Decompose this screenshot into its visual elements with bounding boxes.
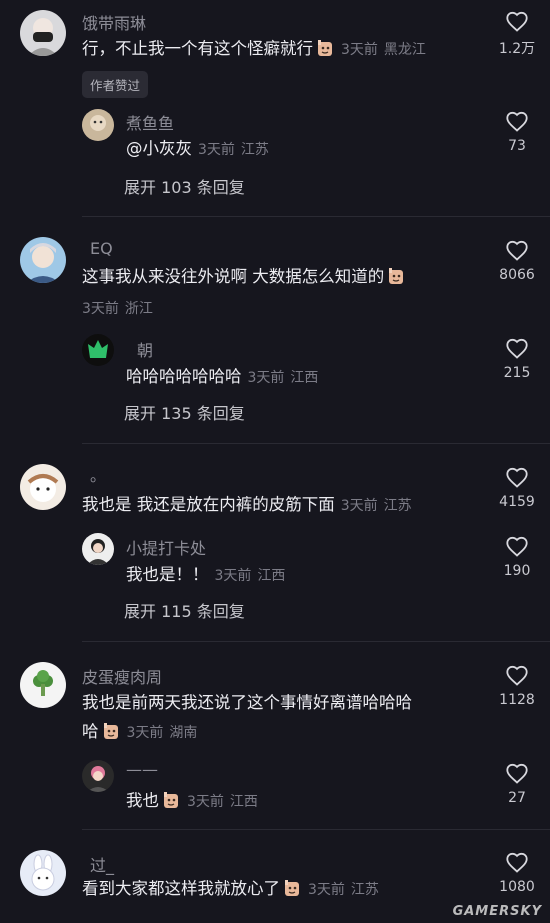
avatar[interactable] (20, 10, 66, 56)
comment-location: 江苏 (350, 882, 379, 898)
like-count: 215 (503, 365, 531, 381)
comment-text: 我也是前两天我还说了这个事情好离谱哈哈哈 (82, 693, 412, 712)
comment-text-continued: 哈 3天前 湖南 (82, 721, 198, 741)
heart-icon[interactable] (505, 851, 529, 875)
comment-time: 3天前 (341, 42, 378, 58)
watermark: GAMERSKY (452, 904, 542, 919)
like-button[interactable]: 4159 (487, 466, 547, 510)
reply-text: 哈哈哈哈哈哈哈 3天前 江西 (126, 367, 319, 386)
like-button[interactable]: 1128 (487, 664, 547, 708)
emoji-icon (282, 878, 302, 898)
reply-location: 江苏 (240, 142, 269, 158)
reply-time: 3天前 (198, 142, 235, 158)
like-count: 4159 (499, 494, 535, 510)
like-button[interactable]: 8066 (487, 239, 547, 283)
like-count: 190 (503, 563, 531, 579)
comment-username[interactable]: 皮蛋瘦肉周 (82, 664, 162, 688)
reply-like-button[interactable]: 27 (487, 762, 547, 806)
heart-icon[interactable] (505, 337, 529, 361)
like-count: 1080 (499, 879, 535, 895)
comment-text: 我也是 我还是放在内裤的皮筋下面 3天前 江苏 (82, 495, 412, 514)
reply-time: 3天前 (214, 568, 252, 584)
comment-location: 黑龙江 (383, 42, 426, 58)
reply-like-button[interactable]: 190 (487, 535, 547, 579)
like-button[interactable]: 1080 (487, 851, 547, 895)
reply-location: 江西 (290, 370, 319, 386)
reply-username[interactable]: 煮鱼鱼 (126, 110, 174, 134)
avatar[interactable] (20, 662, 66, 708)
reply-like-button[interactable]: 73 (487, 110, 547, 154)
comment-username[interactable]: 过_ (90, 852, 114, 876)
expand-replies-button[interactable]: 展开 115 条回复 (124, 598, 245, 622)
divider (82, 829, 550, 830)
emoji-icon (161, 790, 181, 810)
heart-icon[interactable] (505, 110, 529, 134)
reply-like-button[interactable]: 215 (487, 337, 547, 381)
avatar[interactable] (20, 464, 66, 510)
comment-time: 3天前 (308, 882, 345, 898)
comment-username[interactable]: EQ (90, 239, 113, 258)
comment-location: 江苏 (383, 498, 412, 514)
reply-avatar[interactable] (82, 334, 114, 366)
emoji-icon (315, 38, 335, 58)
reply-time: 3天前 (187, 794, 224, 810)
comment-time: 3天前 (126, 725, 164, 741)
comment-time: 3天前 (340, 498, 378, 514)
divider (82, 443, 550, 444)
reply-username[interactable]: —— (126, 760, 158, 779)
heart-icon[interactable] (505, 664, 529, 688)
comment-time: 3天前 (82, 301, 119, 317)
comment-username[interactable]: 。 (90, 462, 106, 486)
comment-text: 这事我从来没往外说啊 大数据怎么知道的 (82, 264, 406, 290)
reply-username[interactable]: 朝 (137, 337, 153, 361)
divider (82, 216, 550, 217)
heart-icon[interactable] (505, 762, 529, 786)
reply-avatar[interactable] (82, 533, 114, 565)
reply-text: 我也是！！ 3天前 江西 (126, 565, 286, 584)
reply-time: 3天前 (247, 370, 285, 386)
reply-location: 江西 (257, 568, 286, 584)
comment-location: 浙江 (124, 301, 153, 317)
like-count: 8066 (499, 267, 535, 283)
avatar[interactable] (20, 850, 66, 896)
heart-icon[interactable] (505, 239, 529, 263)
emoji-icon (386, 266, 406, 286)
reply-text: 我也 3天前 江西 (126, 790, 258, 810)
comment-username[interactable]: 饿带雨琳 (82, 10, 146, 34)
reply-avatar[interactable] (82, 760, 114, 792)
comment-location: 湖南 (169, 725, 198, 741)
comment-text: 看到大家都这样我就放心了 3天前 江苏 (82, 878, 379, 898)
comment-text: 行，不止我一个有这个怪癖就行 3天前 黑龙江 (82, 38, 426, 58)
like-count: 73 (508, 138, 526, 154)
heart-icon[interactable] (505, 535, 529, 559)
heart-icon[interactable] (505, 466, 529, 490)
comment-meta: 3天前 浙江 (82, 298, 153, 318)
like-count: 27 (508, 790, 526, 806)
heart-icon[interactable] (505, 10, 529, 34)
reply-location: 江西 (229, 794, 258, 810)
like-button[interactable]: 1.2万 (487, 10, 547, 58)
reply-username[interactable]: 小提打卡处 (126, 535, 206, 559)
divider (82, 641, 550, 642)
expand-replies-button[interactable]: 展开 135 条回复 (124, 400, 245, 424)
reply-text: @小灰灰 3天前 江苏 (126, 139, 269, 158)
reply-avatar[interactable] (82, 109, 114, 141)
avatar[interactable] (20, 237, 66, 283)
like-count: 1128 (499, 692, 535, 708)
like-count: 1.2万 (498, 41, 536, 57)
author-liked-badge: 作者赞过 (82, 71, 149, 98)
expand-replies-button[interactable]: 展开 103 条回复 (124, 174, 245, 198)
emoji-icon (101, 721, 121, 741)
